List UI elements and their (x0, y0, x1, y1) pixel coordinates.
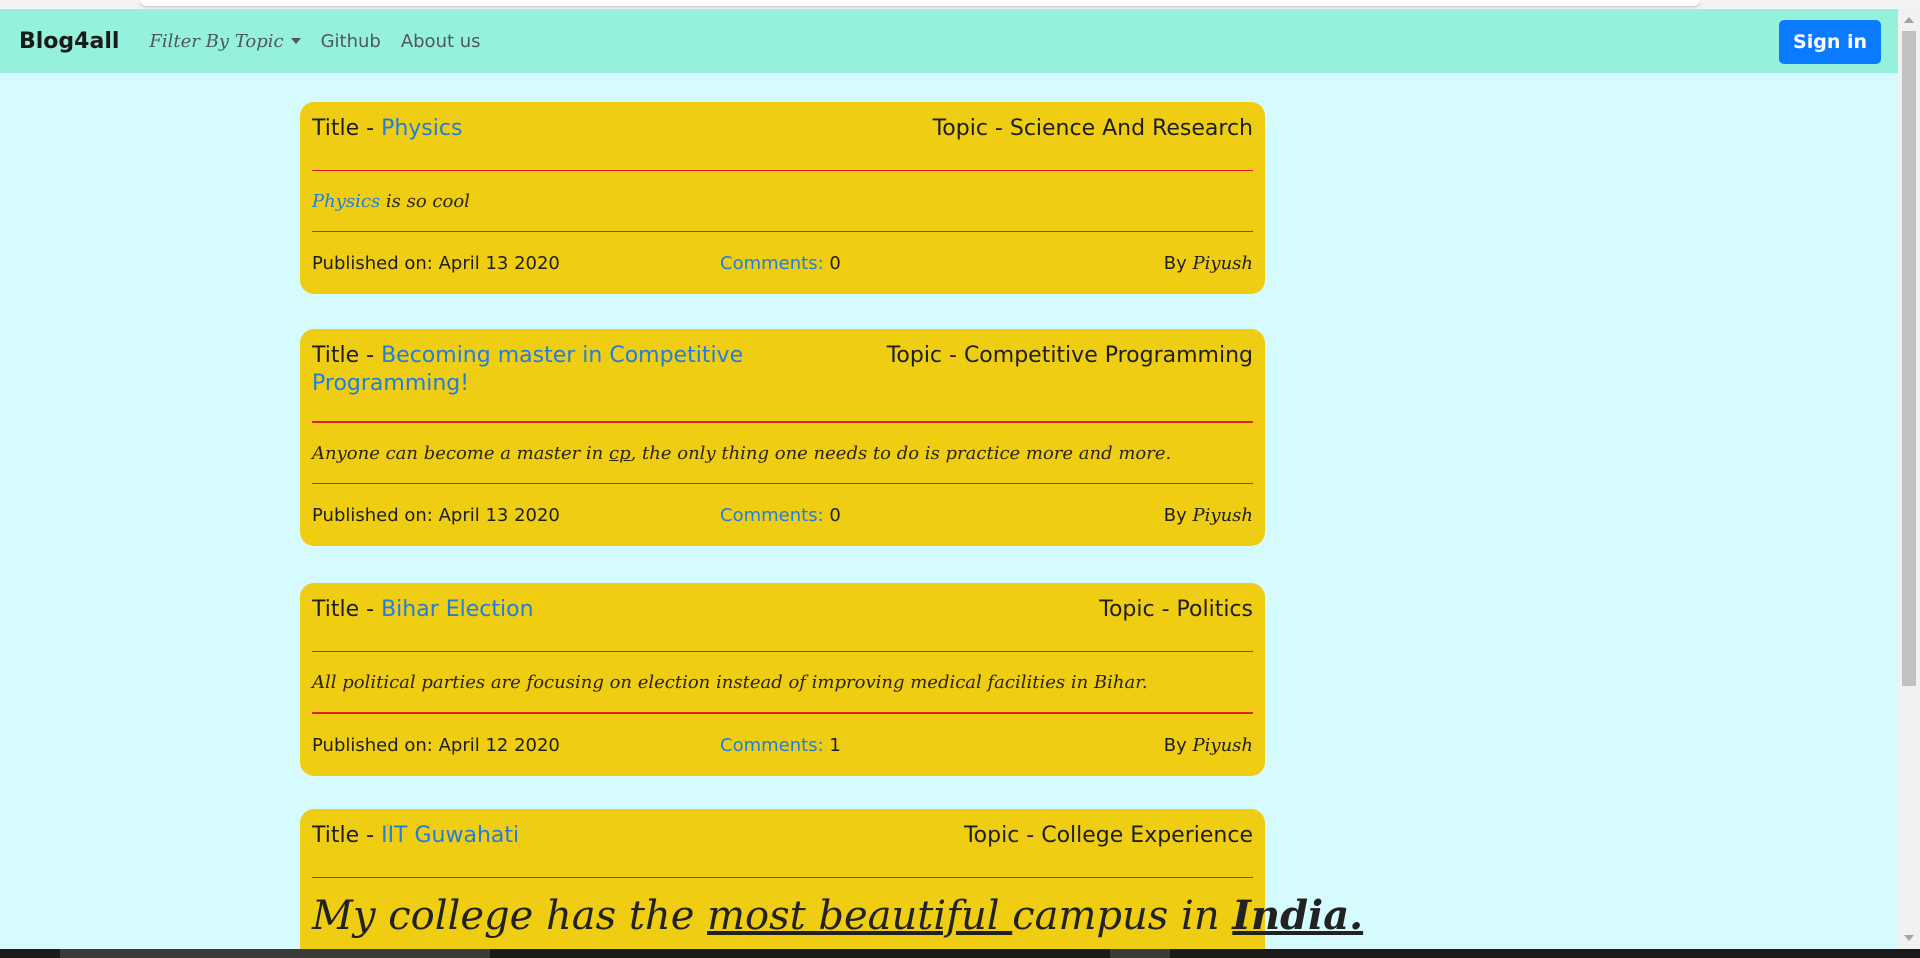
post-header: Title - IIT Guwahati Topic - College Exp… (312, 809, 1253, 850)
author-name: Piyush (1192, 252, 1253, 274)
body-text: My college has the (312, 893, 708, 939)
by-label: By (1163, 504, 1193, 526)
post-card: Title - IIT Guwahati Topic - College Exp… (300, 809, 1363, 949)
post-title: Title - Bihar Election (312, 596, 534, 624)
published-date: Published on: April 13 2020 (312, 252, 560, 274)
comments-label[interactable]: Comments: (720, 505, 824, 526)
post-card: Title - Becoming master in Competitive P… (300, 329, 1265, 546)
post-title-link[interactable]: Bihar Election (381, 597, 533, 622)
post-body: Physics is so cool (312, 171, 1253, 231)
filter-by-topic-dropdown[interactable]: Filter By Topic (149, 30, 301, 52)
author-name: Piyush (1192, 504, 1253, 526)
scroll-up-arrow-icon[interactable] (1904, 17, 1914, 23)
published-date: Published on: April 13 2020 (312, 504, 560, 526)
caret-down-icon (290, 38, 301, 44)
title-prefix: Title - (312, 116, 382, 141)
body-text: Anyone can become a master in (312, 443, 609, 464)
title-prefix: Title - (312, 597, 382, 622)
post-title-link[interactable]: IIT Guwahati (381, 823, 519, 848)
body-text: is so cool (380, 191, 470, 212)
author: By Piyush (1164, 253, 1253, 274)
taskbar-item[interactable] (60, 949, 490, 958)
post-topic: Topic - Science And Research (932, 116, 1253, 141)
body-text: campus in (1012, 893, 1233, 939)
post-header: Title - Physics Topic - Science And Rese… (312, 102, 1253, 143)
by-label: By (1163, 252, 1193, 274)
post-body: All political parties are focusing on el… (312, 672, 1148, 693)
vertical-scrollbar[interactable] (1898, 9, 1920, 949)
comments-count[interactable]: Comments: 1 (720, 735, 1164, 756)
post-body: My college has the most beautiful campus… (312, 878, 1363, 953)
comments-count[interactable]: Comments: 0 (720, 253, 1164, 274)
body-underlined: most beautiful (707, 893, 1013, 939)
post-title: Title - Physics (312, 115, 462, 143)
github-link[interactable]: Github (321, 31, 381, 52)
comments-label[interactable]: Comments: (720, 735, 824, 756)
post-title: Title - Becoming master in Competitive P… (312, 342, 782, 398)
post-card: Title - Bihar Election Topic - Politics … (300, 583, 1265, 776)
author: By Piyush (1164, 735, 1253, 756)
post-topic: Topic - Competitive Programming (886, 343, 1253, 368)
scroll-down-arrow-icon[interactable] (1904, 935, 1914, 941)
post-card: Title - Physics Topic - Science And Rese… (300, 102, 1265, 294)
comments-label[interactable]: Comments: (720, 253, 824, 274)
title-prefix: Title - (312, 343, 382, 368)
comments-number: 0 (829, 252, 841, 274)
navbar: Blog4all Filter By Topic Github About us… (0, 9, 1898, 73)
sign-in-button[interactable]: Sign in (1779, 20, 1881, 64)
filter-by-topic-label: Filter By Topic (149, 30, 284, 52)
body-underlined: cp (609, 443, 631, 464)
browser-top-strip (0, 0, 1920, 9)
about-us-link[interactable]: About us (401, 31, 481, 52)
post-footer: Published on: April 13 2020 Comments: 0 … (312, 232, 1253, 294)
post-title: Title - IIT Guwahati (312, 822, 519, 850)
scrollbar-thumb[interactable] (1902, 31, 1916, 686)
title-prefix: Title - (312, 823, 382, 848)
body-text: , the only thing one needs to do is prac… (630, 443, 1172, 464)
taskbar (0, 949, 1920, 958)
comments-number: 1 (829, 734, 841, 756)
post-footer: Published on: April 13 2020 Comments: 0 … (312, 484, 1253, 546)
comments-number: 0 (829, 504, 841, 526)
post-title-link[interactable]: Physics (381, 116, 462, 141)
body-emphasis: India. (1232, 892, 1364, 939)
body-link[interactable]: Physics (312, 191, 380, 212)
comments-count[interactable]: Comments: 0 (720, 505, 1164, 526)
taskbar-item[interactable] (1110, 949, 1170, 958)
browser-address-area (140, 0, 1700, 6)
author-name: Piyush (1192, 734, 1253, 756)
post-header: Title - Bihar Election Topic - Politics (312, 583, 1253, 624)
post-header: Title - Becoming master in Competitive P… (312, 329, 1253, 398)
published-date: Published on: April 12 2020 (312, 734, 560, 756)
by-label: By (1163, 734, 1193, 756)
post-topic: Topic - College Experience (963, 823, 1253, 848)
author: By Piyush (1164, 505, 1253, 526)
brand-logo[interactable]: Blog4all (19, 29, 119, 54)
post-topic: Topic - Politics (1099, 597, 1253, 622)
post-body: Anyone can become a master in cp, the on… (312, 423, 1253, 483)
post-footer: Published on: April 12 2020 Comments: 1 … (312, 714, 1253, 776)
